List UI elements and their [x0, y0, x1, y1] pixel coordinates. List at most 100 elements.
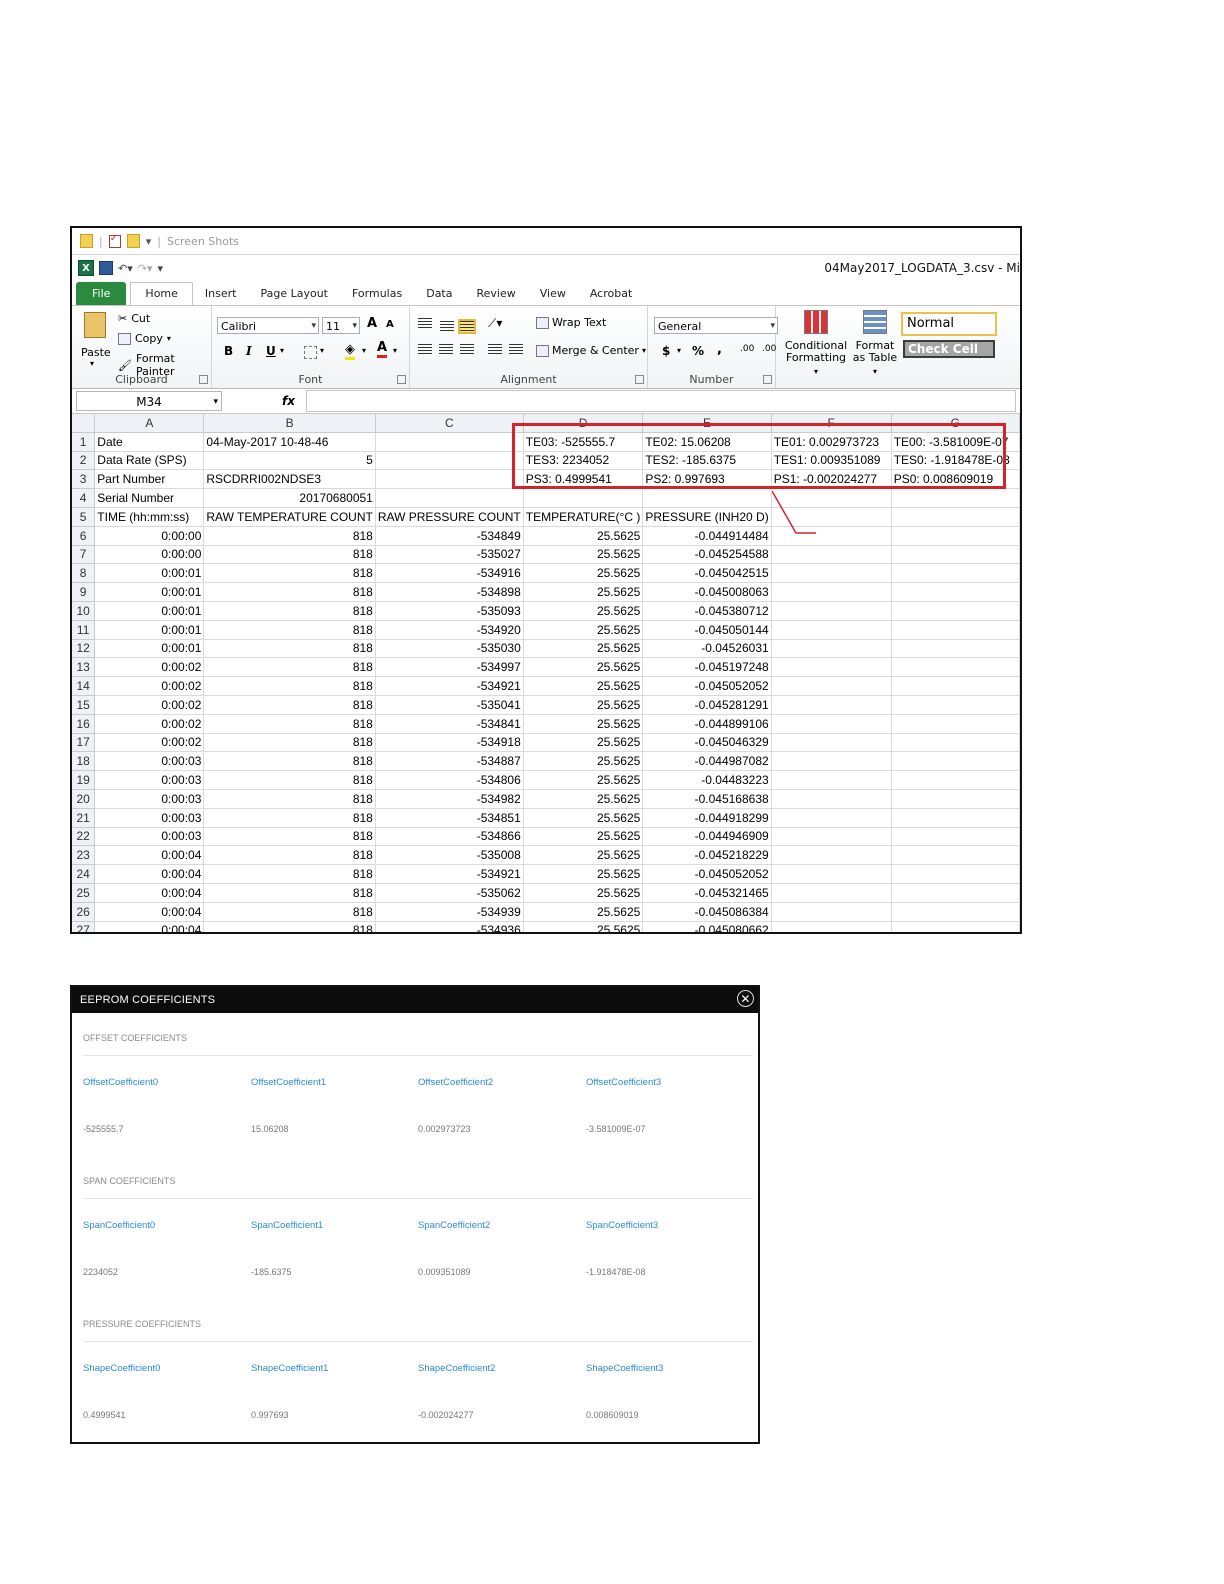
cell[interactable]: 0:00:04 [94, 921, 205, 932]
cell[interactable]: -0.045086384 [642, 902, 772, 922]
row-header[interactable]: 15 [72, 695, 96, 715]
cell[interactable] [771, 827, 892, 847]
paste-button[interactable]: Paste [81, 346, 111, 359]
cell[interactable]: -0.045008063 [642, 582, 772, 602]
row-header[interactable]: 25 [72, 883, 96, 903]
row-header[interactable]: 6 [72, 526, 96, 546]
number-launcher-icon[interactable] [763, 375, 772, 384]
row-header[interactable]: 23 [72, 845, 96, 866]
cell[interactable] [891, 639, 1020, 659]
cell[interactable] [771, 695, 892, 715]
cell[interactable]: 818 [203, 676, 376, 696]
cell[interactable]: Date [94, 432, 205, 452]
close-icon[interactable]: ✕ [737, 990, 754, 1007]
cell[interactable] [771, 657, 892, 678]
font-color-dropdown-icon[interactable]: ▾ [393, 346, 397, 355]
increase-indent-icon[interactable] [509, 344, 523, 355]
row-header[interactable]: 1 [72, 432, 96, 452]
tab-review[interactable]: Review [464, 287, 527, 305]
row-header[interactable]: 3 [72, 469, 96, 490]
decrease-indent-icon[interactable] [488, 344, 502, 355]
cell[interactable]: 818 [203, 770, 376, 790]
row-header[interactable]: 20 [72, 789, 96, 809]
cell[interactable] [771, 808, 892, 828]
column-title-cell[interactable]: RAW PRESSURE COUNT [375, 507, 524, 527]
cell[interactable]: -534939 [375, 902, 524, 922]
font-name-select[interactable]: Calibri [217, 317, 319, 335]
cell[interactable]: 0:00:01 [94, 620, 205, 640]
currency-dropdown-icon[interactable]: ▾ [677, 346, 681, 355]
cell[interactable]: 818 [203, 789, 376, 809]
cell[interactable]: -0.045052052 [642, 864, 772, 884]
cell[interactable] [771, 563, 892, 584]
cell[interactable] [771, 902, 892, 922]
cell[interactable]: 0:00:00 [94, 545, 205, 565]
cell[interactable]: TE01: 0.002973723 [771, 432, 892, 452]
cell[interactable]: 0:00:02 [94, 714, 205, 734]
column-header-d[interactable]: D [523, 414, 644, 433]
cell[interactable]: TES1: 0.009351089 [771, 451, 892, 471]
tab-data[interactable]: Data [414, 287, 464, 305]
cell[interactable]: 0:00:01 [94, 601, 205, 621]
align-left-icon[interactable] [418, 344, 432, 355]
cell[interactable]: 25.5625 [523, 563, 644, 584]
cell[interactable]: 818 [203, 695, 376, 715]
column-header-c[interactable]: C [375, 414, 524, 433]
cell[interactable]: Data Rate (SPS) [94, 451, 205, 471]
paste-icon[interactable] [84, 312, 106, 338]
fill-color-icon[interactable]: ◈ [345, 342, 355, 360]
wrap-text-button[interactable]: Wrap Text [536, 316, 606, 329]
cell[interactable]: 818 [203, 545, 376, 565]
cell[interactable]: 0:00:03 [94, 751, 205, 772]
cell[interactable]: 25.5625 [523, 864, 644, 884]
cell[interactable] [891, 808, 1020, 828]
row-header[interactable]: 13 [72, 657, 96, 678]
cell[interactable]: 0:00:01 [94, 582, 205, 602]
merge-center-button[interactable]: Merge & Center ▾ [536, 344, 646, 357]
cell[interactable] [771, 639, 892, 659]
cell[interactable]: 25.5625 [523, 695, 644, 715]
cell[interactable] [771, 733, 892, 753]
cell[interactable]: 25.5625 [523, 733, 644, 753]
cell[interactable]: 818 [203, 808, 376, 828]
cell[interactable]: -535030 [375, 639, 524, 659]
conditional-formatting-button[interactable]: Conditional Formatting ▾ [784, 310, 848, 378]
italic-button[interactable]: I [246, 344, 252, 358]
cell[interactable] [891, 714, 1020, 734]
cell[interactable]: 818 [203, 563, 376, 584]
cell[interactable]: -534921 [375, 676, 524, 696]
cell[interactable]: 0:00:02 [94, 657, 205, 678]
cell[interactable] [891, 526, 1020, 546]
column-header-f[interactable]: F [771, 414, 892, 433]
cell[interactable]: -534920 [375, 620, 524, 640]
align-top-icon[interactable] [418, 318, 432, 329]
tab-formulas[interactable]: Formulas [340, 287, 414, 305]
cell[interactable] [891, 582, 1020, 602]
cell[interactable]: -535027 [375, 545, 524, 565]
cell[interactable] [891, 657, 1020, 678]
underline-dropdown-icon[interactable]: ▾ [280, 346, 284, 355]
cell[interactable] [771, 582, 892, 602]
row-header[interactable]: 14 [72, 676, 96, 696]
row-header[interactable]: 2 [72, 451, 96, 471]
row-header[interactable]: 24 [72, 864, 96, 884]
cell[interactable]: 25.5625 [523, 526, 644, 546]
cell[interactable]: 0:00:04 [94, 864, 205, 884]
tab-file[interactable]: File [76, 282, 127, 305]
cell[interactable]: -0.045050144 [642, 620, 772, 640]
cell[interactable]: 0:00:03 [94, 827, 205, 847]
cell[interactable]: PS2: 0.997693 [642, 469, 772, 490]
cell[interactable] [891, 676, 1020, 696]
cell[interactable]: -0.045052052 [642, 676, 772, 696]
cell[interactable] [891, 827, 1020, 847]
row-header[interactable]: 16 [72, 714, 96, 734]
cell[interactable]: 818 [203, 864, 376, 884]
cell[interactable]: 818 [203, 827, 376, 847]
cell[interactable] [771, 488, 892, 508]
align-center-icon[interactable] [439, 344, 453, 355]
cell[interactable]: TES2: -185.6375 [642, 451, 772, 471]
row-header[interactable]: 19 [72, 770, 96, 790]
font-launcher-icon[interactable] [397, 375, 406, 384]
formula-input[interactable] [306, 390, 1016, 412]
cell[interactable] [891, 845, 1020, 866]
